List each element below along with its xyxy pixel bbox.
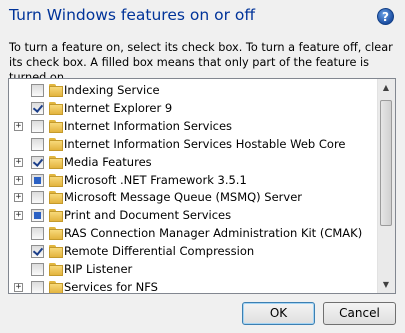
feature-checkbox[interactable] (31, 209, 44, 223)
folder-icon (49, 209, 63, 223)
scroll-down-arrow-icon[interactable]: ▼ (378, 276, 394, 293)
vertical-scrollbar[interactable]: ▲ ▼ (377, 79, 395, 293)
expand-plus-icon[interactable]: + (14, 157, 23, 167)
folder-icon (49, 173, 63, 187)
feature-label: RAS Connection Manager Administration Ki… (64, 226, 363, 241)
help-icon[interactable]: ? (377, 8, 394, 25)
folder-icon (49, 137, 63, 151)
folder-icon (49, 245, 63, 259)
features-list[interactable]: Indexing Service Internet Explorer 9 + Inte… (8, 78, 396, 294)
dialog-title: Turn Windows features on or off (9, 6, 256, 24)
feature-label: Remote Differential Compression (64, 244, 255, 259)
expand-plus-icon[interactable]: + (14, 121, 23, 131)
folder-icon (49, 280, 63, 293)
ok-button[interactable]: OK (242, 302, 315, 325)
feature-checkbox[interactable] (31, 119, 44, 133)
expand-plus-icon[interactable]: + (14, 282, 23, 292)
feature-label: Services for NFS (64, 279, 158, 294)
feature-label: Internet Explorer 9 (64, 100, 173, 115)
feature-label: Microsoft .NET Framework 3.5.1 (64, 172, 247, 187)
feature-label: Print and Document Services (64, 208, 232, 223)
feature-checkbox[interactable] (31, 155, 44, 169)
feature-label: RIP Listener (64, 262, 133, 276)
folder-icon (49, 227, 63, 241)
feature-label: Media Features (64, 154, 152, 169)
folder-icon (49, 84, 63, 97)
expand-plus-icon[interactable]: + (14, 175, 23, 185)
feature-checkbox[interactable] (31, 101, 44, 115)
feature-checkbox[interactable] (31, 191, 44, 205)
scroll-thumb[interactable] (380, 100, 392, 226)
scroll-up-arrow-icon[interactable]: ▲ (378, 79, 394, 96)
feature-checkbox[interactable] (31, 137, 44, 151)
feature-label: Indexing Service (64, 83, 160, 97)
folder-icon (49, 119, 63, 133)
expand-plus-icon[interactable]: + (14, 211, 23, 221)
folder-icon (49, 155, 63, 169)
cancel-button[interactable]: Cancel (323, 302, 396, 325)
feature-label: Internet Information Services Hostable W… (64, 136, 346, 151)
feature-label: Microsoft Message Queue (MSMQ) Server (64, 190, 303, 205)
feature-checkbox[interactable] (31, 84, 44, 97)
feature-row[interactable]: + Services for NFS (9, 277, 380, 294)
feature-label: Internet Information Services (64, 118, 233, 133)
feature-checkbox[interactable] (31, 263, 44, 276)
expand-plus-icon[interactable]: + (14, 193, 23, 203)
feature-checkbox[interactable] (31, 227, 44, 241)
feature-checkbox[interactable] (31, 173, 44, 187)
folder-icon (49, 191, 63, 205)
feature-checkbox[interactable] (31, 280, 44, 293)
folder-icon (49, 101, 63, 115)
feature-checkbox[interactable] (31, 245, 44, 259)
folder-icon (49, 263, 63, 276)
